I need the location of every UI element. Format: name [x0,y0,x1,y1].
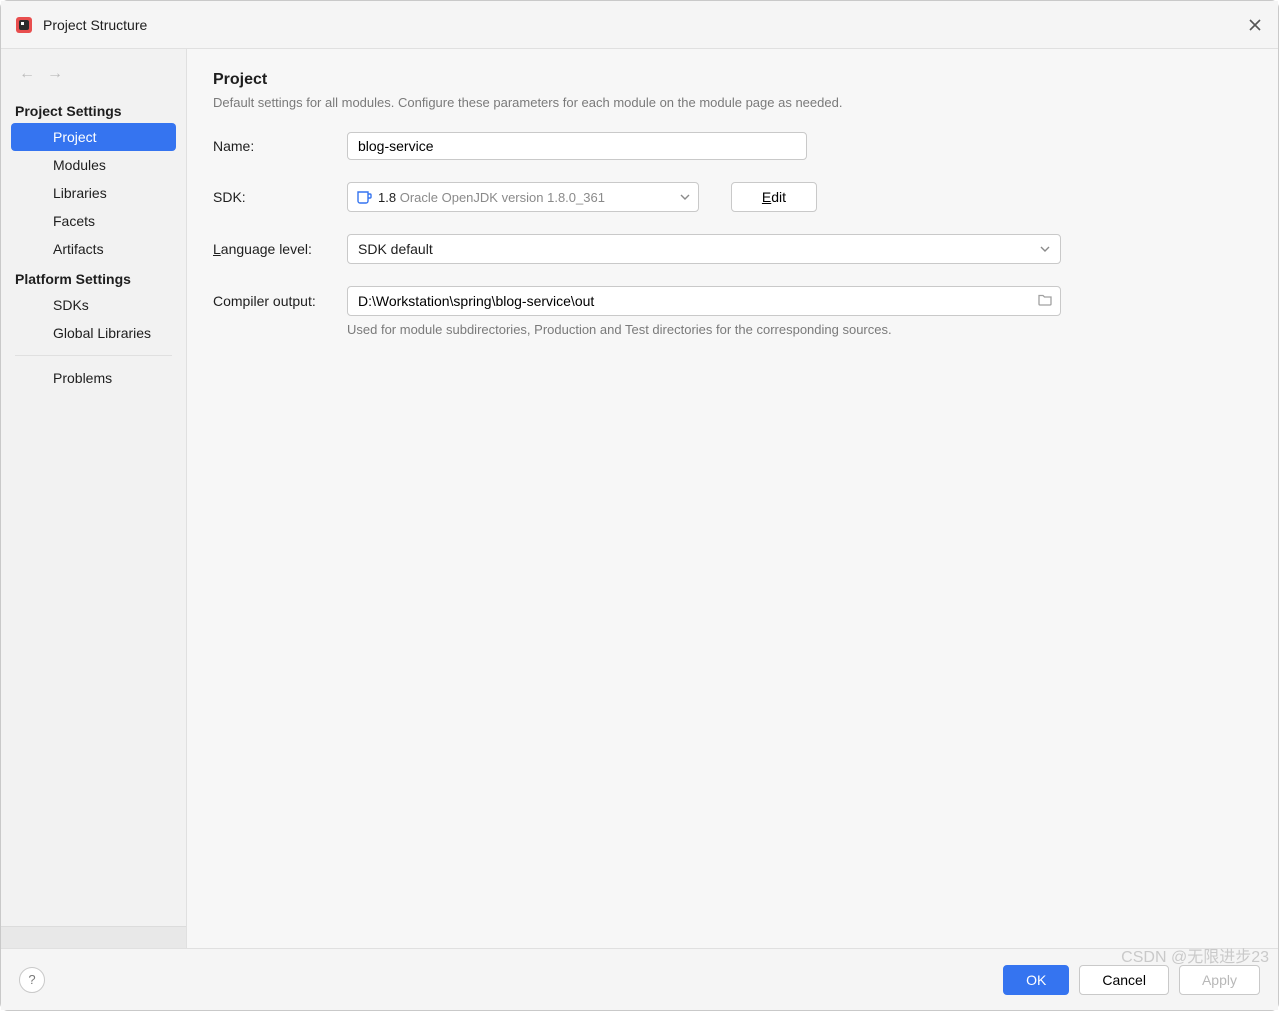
sdk-dropdown[interactable]: 1.8 Oracle OpenJDK version 1.8.0_361 [347,182,699,212]
sidebar-item-label: Project [53,129,97,145]
chevron-down-icon [1040,241,1050,257]
sidebar-item-problems[interactable]: Problems [1,364,186,392]
sidebar-item-label: Global Libraries [53,325,151,341]
sidebar-item-sdks[interactable]: SDKs [1,291,186,319]
page-title: Project [213,71,1252,89]
row-compiler-output: Compiler output: [213,286,1252,316]
folder-icon[interactable] [1037,292,1053,311]
compiler-output-hint: Used for module subdirectories, Producti… [347,322,1252,337]
sidebar-item-label: Modules [53,157,106,173]
footer: ? OK Cancel Apply [1,948,1278,1010]
ok-button[interactable]: OK [1003,965,1069,995]
apply-button: Apply [1179,965,1260,995]
titlebar: Project Structure [1,1,1278,49]
sidebar-heading-platform-settings: Platform Settings [1,263,186,291]
edit-sdk-button[interactable]: Edit [731,182,817,212]
language-level-value: SDK default [358,241,433,257]
row-language-level: Language level: SDK default [213,234,1252,264]
back-icon: ← [19,65,35,83]
language-level-dropdown[interactable]: SDK default [347,234,1061,264]
help-icon[interactable]: ? [19,967,45,993]
sidebar-item-label: Artifacts [53,241,104,257]
sdk-value-text: 1.8 Oracle OpenJDK version 1.8.0_361 [378,190,605,205]
window-title: Project Structure [43,17,147,33]
forward-icon: → [47,65,63,83]
jdk-icon [356,189,372,205]
chevron-down-icon [680,190,690,205]
page-description: Default settings for all modules. Config… [213,95,1252,110]
sidebar-item-label: Libraries [53,185,107,201]
close-icon[interactable] [1246,16,1264,34]
nav-arrows: ← → [1,57,186,95]
name-label: Name: [213,138,333,154]
compiler-output-label: Compiler output: [213,293,333,309]
sidebar-item-label: Facets [53,213,95,229]
sidebar-heading-project-settings: Project Settings [1,95,186,123]
sidebar-divider [15,355,172,356]
language-level-label: Language level: [213,241,333,257]
app-icon [15,16,33,34]
sidebar-item-libraries[interactable]: Libraries [1,179,186,207]
sidebar-scrollbar[interactable] [1,926,186,948]
sidebar-item-label: SDKs [53,297,89,313]
sidebar-item-label: Problems [53,370,112,386]
body-area: ← → Project Settings Project Modules Lib… [1,49,1278,948]
sidebar-item-project[interactable]: Project [11,123,176,151]
apply-label: Apply [1202,972,1237,988]
sdk-version: 1.8 [378,190,396,205]
ok-label: OK [1026,972,1046,988]
sidebar: ← → Project Settings Project Modules Lib… [1,49,187,948]
content-panel: Project Default settings for all modules… [187,49,1278,948]
sdk-detail: Oracle OpenJDK version 1.8.0_361 [400,190,605,205]
compiler-output-wrap [347,286,1061,316]
sidebar-item-facets[interactable]: Facets [1,207,186,235]
edit-label: dit [771,189,786,205]
sidebar-item-modules[interactable]: Modules [1,151,186,179]
row-name: Name: [213,132,1252,160]
sidebar-spacer [1,392,186,926]
cancel-button[interactable]: Cancel [1079,965,1169,995]
cancel-label: Cancel [1102,972,1146,988]
row-sdk: SDK: 1.8 Oracle OpenJDK version 1.8.0_36… [213,182,1252,212]
name-input[interactable] [347,132,807,160]
sdk-label: SDK: [213,189,333,205]
compiler-output-input[interactable] [347,286,1061,316]
sidebar-item-global-libraries[interactable]: Global Libraries [1,319,186,347]
sidebar-item-artifacts[interactable]: Artifacts [1,235,186,263]
